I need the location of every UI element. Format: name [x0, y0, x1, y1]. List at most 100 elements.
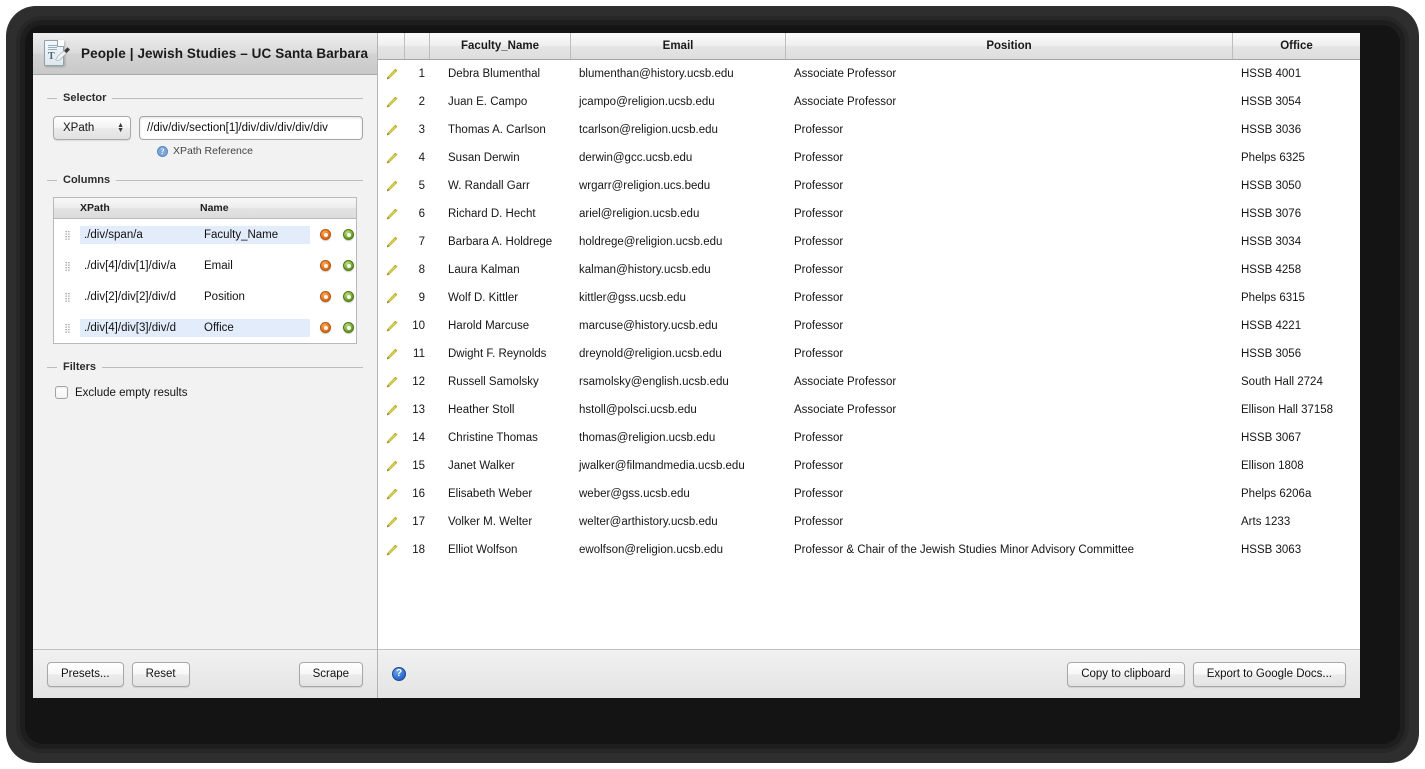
cell-office[interactable]: HSSB 3036 — [1233, 124, 1360, 136]
remove-column-button[interactable] — [320, 260, 331, 271]
cell-office[interactable]: Phelps 6325 — [1233, 152, 1360, 164]
edit-row-icon[interactable] — [378, 124, 405, 137]
add-column-button[interactable] — [343, 291, 354, 302]
table-row[interactable]: 12 Russell Samolsky rsamolsky@english.ucsb… — [378, 368, 1360, 396]
remove-column-button[interactable] — [320, 322, 331, 333]
cell-office[interactable]: Ellison Hall 37158 — [1233, 404, 1360, 416]
cell-faculty-name[interactable]: W. Randall Garr — [430, 180, 571, 192]
edit-row-icon[interactable] — [378, 460, 405, 473]
add-column-button[interactable] — [343, 229, 354, 240]
cell-faculty-name[interactable]: Wolf D. Kittler — [430, 292, 571, 304]
cell-office[interactable]: HSSB 3076 — [1233, 208, 1360, 220]
cell-faculty-name[interactable]: Elliot Wolfson — [430, 544, 571, 556]
cell-position[interactable]: Professor — [786, 432, 1233, 444]
table-row[interactable]: 18 Elliot Wolfson ewolfson@religion.ucsb.e… — [378, 536, 1360, 564]
cell-office[interactable]: HSSB 3056 — [1233, 348, 1360, 360]
cell-position[interactable]: Professor — [786, 320, 1233, 332]
cell-faculty-name[interactable]: Debra Blumenthal — [430, 68, 571, 80]
edit-row-icon[interactable] — [378, 208, 405, 221]
column-name-cell[interactable]: Position — [200, 288, 310, 306]
edit-row-icon[interactable] — [378, 152, 405, 165]
cell-email[interactable]: welter@arthistory.ucsb.edu — [571, 516, 786, 528]
export-to-google-docs-button[interactable]: Export to Google Docs... — [1192, 661, 1346, 687]
table-row[interactable]: 2 Juan E. Campo jcampo@religion.ucsb.edu As… — [378, 88, 1360, 116]
cell-email[interactable]: wrgarr@religion.ucs.bedu — [571, 180, 786, 192]
cell-email[interactable]: tcarlson@religion.ucsb.edu — [571, 124, 786, 136]
cell-position[interactable]: Associate Professor — [786, 404, 1233, 416]
cell-email[interactable]: thomas@religion.ucsb.edu — [571, 432, 786, 444]
cell-office[interactable]: Arts 1233 — [1233, 516, 1360, 528]
cell-office[interactable]: HSSB 4258 — [1233, 264, 1360, 276]
remove-column-button[interactable] — [320, 291, 331, 302]
cell-office[interactable]: HSSB 3063 — [1233, 544, 1360, 556]
cell-office[interactable]: South Hall 2724 — [1233, 376, 1360, 388]
column-xpath-cell[interactable]: ./div[4]/div[1]/div/a — [80, 257, 200, 275]
column-name-cell[interactable]: Faculty_Name — [200, 225, 310, 244]
table-row[interactable]: 10 Harold Marcuse marcuse@history.ucsb.edu… — [378, 312, 1360, 340]
table-row[interactable]: 6 Richard D. Hecht ariel@religion.ucsb.edu… — [378, 200, 1360, 228]
cell-email[interactable]: rsamolsky@english.ucsb.edu — [571, 376, 786, 388]
cell-office[interactable]: Phelps 6206a — [1233, 488, 1360, 500]
cell-faculty-name[interactable]: Volker M. Welter — [430, 516, 571, 528]
column-name-cell[interactable]: Office — [200, 318, 310, 337]
cell-office[interactable]: HSSB 3067 — [1233, 432, 1360, 444]
cell-office[interactable]: Phelps 6315 — [1233, 292, 1360, 304]
cell-email[interactable]: weber@gss.ucsb.edu — [571, 488, 786, 500]
cell-position[interactable]: Professor — [786, 516, 1233, 528]
cell-email[interactable]: blumenthan@history.ucsb.edu — [571, 68, 786, 80]
table-row[interactable]: 5 W. Randall Garr wrgarr@religion.ucs.bedu… — [378, 172, 1360, 200]
cell-office[interactable]: HSSB 4221 — [1233, 320, 1360, 332]
cell-faculty-name[interactable]: Barbara A. Holdrege — [430, 236, 571, 248]
table-row[interactable]: 9 Wolf D. Kittler kittler@gss.ucsb.edu Prof… — [378, 284, 1360, 312]
drag-handle-icon[interactable]: ⣿ — [54, 292, 80, 301]
cell-position[interactable]: Professor — [786, 180, 1233, 192]
table-row[interactable]: 16 Elisabeth Weber weber@gss.ucsb.edu Profe… — [378, 480, 1360, 508]
cell-position[interactable]: Associate Professor — [786, 68, 1233, 80]
table-row[interactable]: 13 Heather Stoll hstoll@polsci.ucsb.edu Ass… — [378, 396, 1360, 424]
edit-row-icon[interactable] — [378, 544, 405, 557]
cell-office[interactable]: HSSB 4001 — [1233, 68, 1360, 80]
presets-button[interactable]: Presets... — [47, 661, 124, 687]
cell-office[interactable]: HSSB 3054 — [1233, 96, 1360, 108]
edit-row-icon[interactable] — [378, 404, 405, 417]
cell-position[interactable]: Professor — [786, 292, 1233, 304]
table-row[interactable]: ⣿ ./div[4]/div[3]/div/d Office — [54, 312, 356, 343]
drag-handle-icon[interactable]: ⣿ — [54, 261, 80, 270]
cell-faculty-name[interactable]: Thomas A. Carlson — [430, 124, 571, 136]
cell-email[interactable]: jwalker@filmandmedia.ucsb.edu — [571, 460, 786, 472]
edit-row-icon[interactable] — [378, 264, 405, 277]
exclude-empty-checkbox[interactable] — [55, 386, 68, 399]
add-column-button[interactable] — [343, 260, 354, 271]
reset-button[interactable]: Reset — [131, 661, 190, 687]
table-row[interactable]: ⣿ ./div[2]/div[2]/div/d Position — [54, 281, 356, 312]
cell-email[interactable]: ewolfson@religion.ucsb.edu — [571, 544, 786, 556]
add-column-button[interactable] — [343, 322, 354, 333]
remove-column-button[interactable] — [320, 229, 331, 240]
cell-position[interactable]: Professor — [786, 236, 1233, 248]
results-header-email[interactable]: Email — [571, 33, 786, 59]
edit-row-icon[interactable] — [378, 96, 405, 109]
cell-position[interactable]: Professor — [786, 460, 1233, 472]
edit-row-icon[interactable] — [378, 432, 405, 445]
table-row[interactable]: 8 Laura Kalman kalman@history.ucsb.edu Prof… — [378, 256, 1360, 284]
cell-faculty-name[interactable]: Juan E. Campo — [430, 96, 571, 108]
cell-position[interactable]: Professor — [786, 208, 1233, 220]
table-row[interactable]: 15 Janet Walker jwalker@filmandmedia.ucsb.… — [378, 452, 1360, 480]
column-xpath-cell[interactable]: ./div[4]/div[3]/div/d — [80, 318, 200, 337]
edit-row-icon[interactable] — [378, 292, 405, 305]
table-row[interactable]: 3 Thomas A. Carlson tcarlson@religion.ucsb… — [378, 116, 1360, 144]
cell-faculty-name[interactable]: Elisabeth Weber — [430, 488, 571, 500]
drag-handle-icon[interactable]: ⣿ — [54, 230, 80, 239]
table-row[interactable]: 1 Debra Blumenthal blumenthan@history.ucsb… — [378, 60, 1360, 88]
edit-row-icon[interactable] — [378, 320, 405, 333]
edit-row-icon[interactable] — [378, 376, 405, 389]
cell-email[interactable]: dreynold@religion.ucsb.edu — [571, 348, 786, 360]
results-header-position[interactable]: Position — [786, 33, 1233, 59]
cell-position[interactable]: Professor & Chair of the Jewish Studies … — [786, 544, 1233, 556]
selector-expression-input[interactable]: //div/div/section[1]/div/div/div/div/div — [139, 116, 363, 140]
exclude-empty-label[interactable]: Exclude empty results — [75, 387, 188, 399]
cell-office[interactable]: HSSB 3050 — [1233, 180, 1360, 192]
cell-faculty-name[interactable]: Harold Marcuse — [430, 320, 571, 332]
help-icon[interactable]: ? — [392, 667, 406, 681]
column-xpath-cell[interactable]: ./div[2]/div[2]/div/d — [80, 288, 200, 306]
